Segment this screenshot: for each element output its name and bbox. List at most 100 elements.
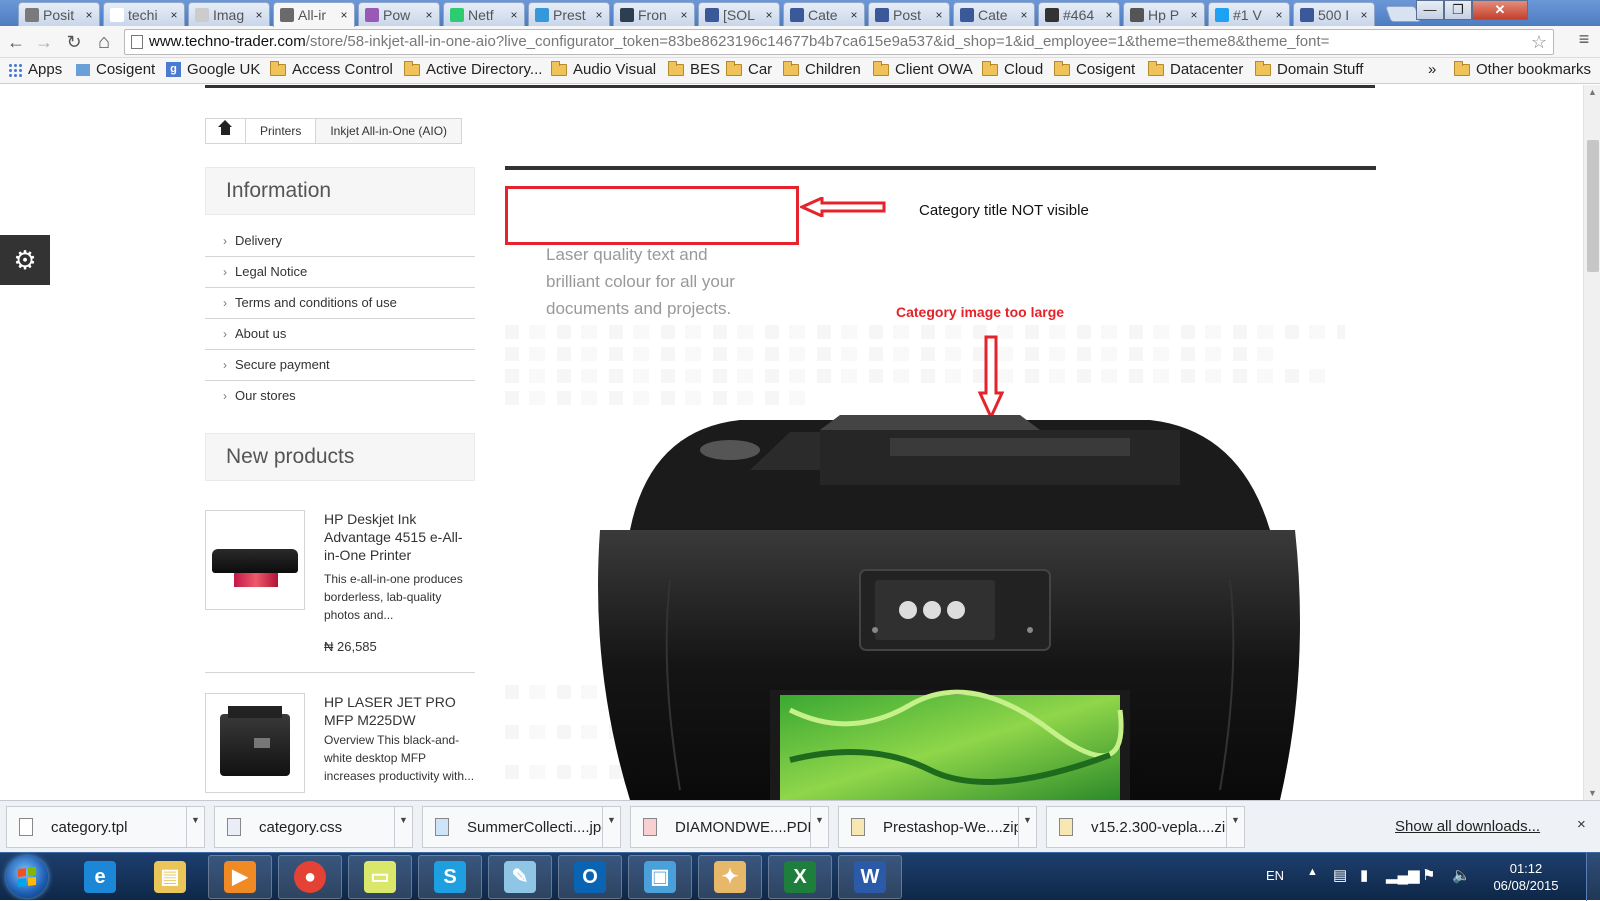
taskbar-app-media-player[interactable]: ▶ [208,855,272,899]
bookmark-star-icon[interactable]: ☆ [1531,30,1547,54]
network-icon[interactable]: ▂▄▆ [1386,866,1420,884]
browser-tab[interactable]: #1 V × [1208,2,1290,26]
close-tab-icon[interactable]: × [82,8,96,22]
browser-tab[interactable]: Posit × [18,2,100,26]
bookmark-item[interactable]: Active Directory... [404,60,542,78]
bookmark-item[interactable]: Cosigent [76,61,155,78]
download-menu-chevron-down-icon[interactable]: ▼ [602,807,620,847]
bookmark-item[interactable]: Audio Visual [551,60,656,78]
download-item[interactable]: SummerCollecti....jpg ▼ [422,806,621,848]
download-menu-chevron-down-icon[interactable]: ▼ [186,807,204,847]
reload-button[interactable]: ↻ [62,30,86,54]
close-window-button[interactable]: ✕ [1472,0,1528,20]
close-tab-icon[interactable]: × [762,8,776,22]
chrome-menu-icon[interactable]: ≡ [1574,29,1594,50]
taskbar-app-excel[interactable]: X [768,855,832,899]
browser-tab[interactable]: 500 I × [1293,2,1375,26]
taskbar-app-word[interactable]: W [838,855,902,899]
tray-expand-icon[interactable]: ▲ [1307,866,1318,878]
browser-tab[interactable]: Prest × [528,2,610,26]
browser-tab[interactable]: Cate × [783,2,865,26]
close-tab-icon[interactable]: × [1357,8,1371,22]
close-tab-icon[interactable]: × [422,8,436,22]
info-link-about-us[interactable]: › About us [205,319,475,350]
download-menu-chevron-down-icon[interactable]: ▼ [810,807,828,847]
bookmark-item[interactable]: BES [668,60,720,78]
browser-tab[interactable]: Pow × [358,2,440,26]
battery-icon[interactable]: ▮ [1360,866,1368,884]
download-item[interactable]: DIAMONDWE....PDF ▼ [630,806,829,848]
product-name-link[interactable]: HP LASER JET PRO MFP M225DW [324,693,476,729]
close-tab-icon[interactable]: × [677,8,691,22]
scroll-down-arrow-icon[interactable]: ▼ [1584,786,1600,800]
browser-tab[interactable]: techi × [103,2,185,26]
bookmark-item[interactable]: Car [726,60,772,78]
close-tab-icon[interactable]: × [507,8,521,22]
language-indicator[interactable]: EN [1266,868,1284,883]
bookmark-item[interactable]: Client OWA [873,60,973,78]
info-link-delivery[interactable]: › Delivery [205,226,475,257]
taskbar-app-file-explorer[interactable]: ▤ [138,855,202,899]
bookmark-item[interactable]: Cloud [982,60,1043,78]
download-item[interactable]: v15.2.300-vepla....zip ▼ [1046,806,1245,848]
home-button[interactable]: ⌂ [92,30,116,54]
close-tab-icon[interactable]: × [932,8,946,22]
theme-configurator-toggle[interactable]: ⚙ [0,235,50,285]
download-menu-chevron-down-icon[interactable]: ▼ [1226,807,1244,847]
download-item[interactable]: Prestashop-We....zip ▼ [838,806,1037,848]
bookmark-item[interactable]: Cosigent [1054,60,1135,78]
taskbar-app-chrome[interactable]: ● [278,855,342,899]
show-desktop-button[interactable] [1586,853,1600,901]
breadcrumb-home[interactable] [206,119,246,143]
download-item[interactable]: category.css ▼ [214,806,413,848]
bookmark-item[interactable]: Access Control [270,60,393,78]
product-thumbnail[interactable] [205,510,305,610]
breadcrumb-printers[interactable]: Printers [246,119,317,143]
info-link-our-stores[interactable]: › Our stores [205,381,475,412]
download-item[interactable]: category.tpl ▼ [6,806,205,848]
forward-button[interactable]: → [32,30,56,54]
scroll-up-arrow-icon[interactable]: ▲ [1584,85,1600,99]
close-tab-icon[interactable]: × [252,8,266,22]
browser-tab[interactable]: Cate × [953,2,1035,26]
taskbar-app-sticky-notes[interactable]: ▭ [348,855,412,899]
close-tab-icon[interactable]: × [847,8,861,22]
restore-button[interactable]: ❐ [1444,0,1472,20]
close-tab-icon[interactable]: × [1017,8,1031,22]
back-button[interactable]: ← [4,30,28,54]
browser-tab[interactable]: Imag × [188,2,270,26]
browser-tab[interactable]: #464 × [1038,2,1120,26]
bookmark-item[interactable]: g Google UK [166,61,260,78]
start-button[interactable] [6,856,48,898]
close-tab-icon[interactable]: × [1187,8,1201,22]
close-tab-icon[interactable]: × [592,8,606,22]
download-menu-chevron-down-icon[interactable]: ▼ [394,807,412,847]
browser-tab[interactable]: [SOL × [698,2,780,26]
product-thumbnail[interactable] [205,693,305,793]
taskbar-app-skype[interactable]: S [418,855,482,899]
show-all-downloads-link[interactable]: Show all downloads... [1395,818,1540,835]
volume-icon[interactable]: 🔈 [1452,866,1471,884]
action-center-icon[interactable]: ▤ [1333,866,1347,884]
bookmark-item[interactable]: Apps [8,61,62,78]
browser-tab[interactable]: Netf × [443,2,525,26]
close-tab-icon[interactable]: × [1272,8,1286,22]
taskbar-app-remote-desktop[interactable]: ▣ [628,855,692,899]
close-tab-icon[interactable]: × [167,8,181,22]
close-downloads-bar-icon[interactable]: × [1577,816,1586,833]
clock[interactable]: 01:12 06/08/2015 [1486,860,1566,894]
browser-tab[interactable]: Post × [868,2,950,26]
minimize-button[interactable]: — [1416,0,1444,20]
taskbar-app-outlook[interactable]: O [558,855,622,899]
close-tab-icon[interactable]: × [337,8,351,22]
taskbar-app-internet-explorer[interactable]: e [68,855,132,899]
download-menu-chevron-down-icon[interactable]: ▼ [1018,807,1036,847]
taskbar-app-paint[interactable]: ✦ [698,855,762,899]
info-link-terms[interactable]: › Terms and conditions of use [205,288,475,319]
taskbar-app-notepad[interactable]: ✎ [488,855,552,899]
bookmark-item[interactable]: Datacenter [1148,60,1243,78]
product-name-link[interactable]: HP Deskjet Ink Advantage 4515 e-All-in-O… [324,510,476,564]
browser-tab[interactable]: All-ir × [273,2,355,27]
close-tab-icon[interactable]: × [1102,8,1116,22]
flag-icon[interactable]: ⚑ [1422,866,1435,884]
